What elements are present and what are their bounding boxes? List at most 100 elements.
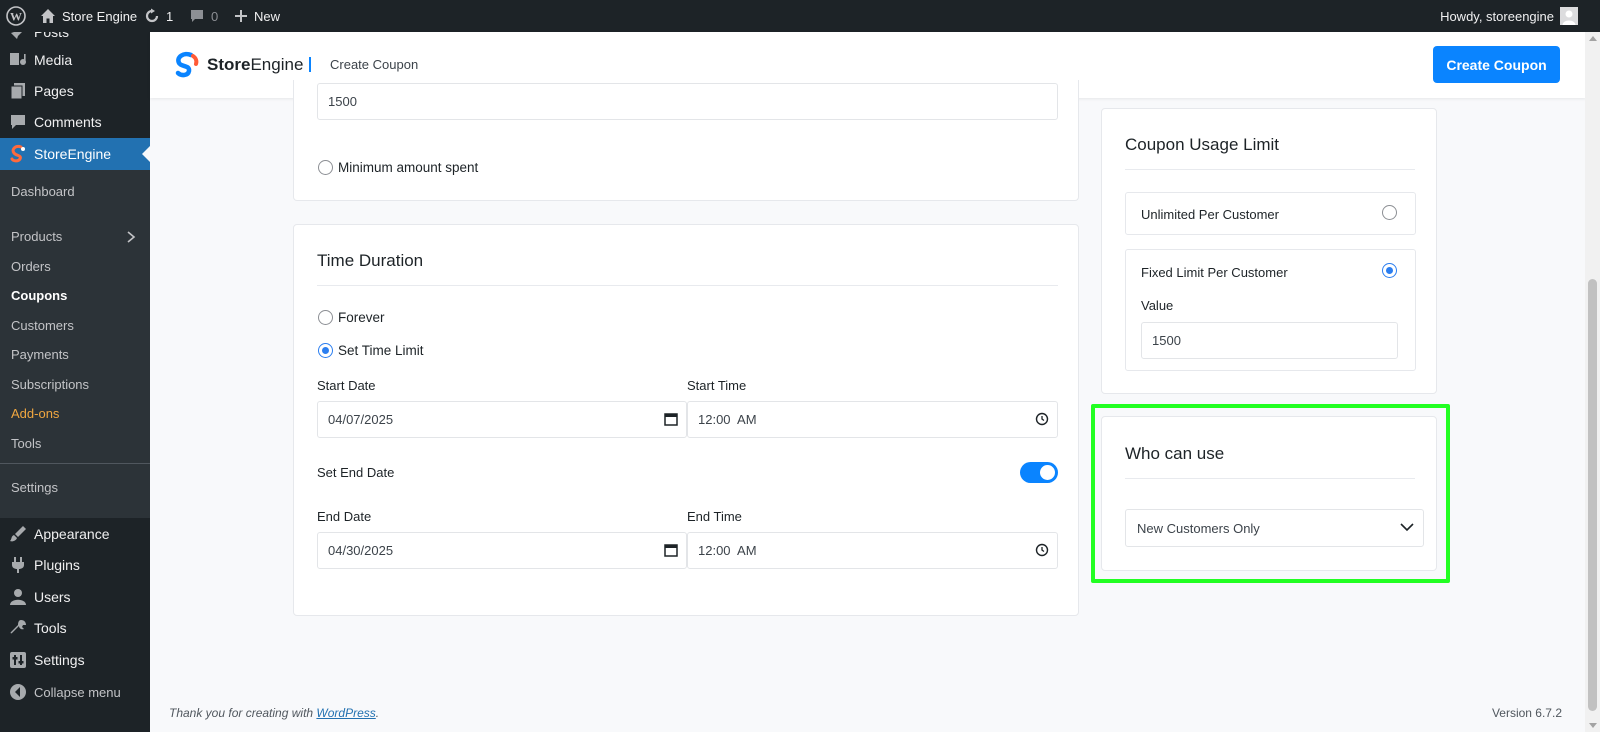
storeengine-logo-icon — [172, 51, 200, 79]
time-duration-card: Time Duration Forever Set Time Limit Sta… — [293, 224, 1079, 616]
start-date-value: 04/07/2025 — [328, 412, 394, 427]
minimum-amount-label: Minimum amount spent — [338, 160, 479, 175]
calendar-icon[interactable] — [664, 543, 678, 557]
collapse-icon — [8, 682, 28, 702]
pin-icon — [8, 32, 28, 42]
site-name-link[interactable]: Store Engine — [40, 0, 137, 32]
minimum-amount-radio[interactable] — [318, 160, 333, 175]
settings-icon — [8, 650, 28, 670]
appearance-icon — [8, 524, 28, 544]
set-end-date-toggle[interactable] — [1020, 462, 1058, 483]
submenu-products[interactable]: Products — [11, 229, 62, 244]
minimum-amount-input[interactable]: 1500 — [317, 83, 1058, 120]
wordpress-logo-icon: W — [6, 6, 26, 26]
clock-icon[interactable] — [1035, 412, 1049, 426]
admin-sidebar: Posts Media Pages Comments StoreEngine D… — [0, 32, 150, 732]
calendar-icon[interactable] — [664, 412, 678, 426]
end-date-value: 04/30/2025 — [328, 543, 394, 558]
submenu-tools[interactable]: Tools — [11, 436, 41, 451]
fixed-limit-radio[interactable] — [1382, 263, 1397, 278]
submenu-dashboard[interactable]: Dashboard — [11, 184, 75, 199]
scrollbar[interactable] — [1585, 32, 1600, 732]
home-icon — [40, 8, 56, 24]
start-date-input[interactable]: 04/07/2025 — [317, 401, 687, 438]
unlimited-radio[interactable] — [1382, 205, 1397, 220]
submenu-payments[interactable]: Payments — [11, 347, 69, 362]
unlimited-option[interactable]: Unlimited Per Customer — [1125, 192, 1416, 235]
sidebar-item-pages[interactable]: Pages — [0, 75, 150, 107]
page-title: Create Coupon — [330, 57, 419, 72]
start-time-input[interactable]: 12:00 AM — [687, 401, 1058, 438]
scrollbar-thumb[interactable] — [1588, 279, 1597, 711]
end-time-value: 12:00 AM — [698, 543, 757, 558]
sidebar-item-settings[interactable]: Settings — [0, 644, 150, 676]
comments-count: 0 — [211, 8, 219, 24]
logo-text-bold: Store — [207, 55, 251, 74]
fixed-limit-label: Fixed Limit Per Customer — [1141, 265, 1288, 280]
comments-icon — [8, 112, 28, 132]
value-label: Value — [1141, 298, 1174, 313]
sidebar-item-plugins[interactable]: Plugins — [0, 549, 150, 581]
set-time-limit-label: Set Time Limit — [338, 343, 424, 358]
usage-limit-divider — [1125, 169, 1415, 170]
submenu-orders[interactable]: Orders — [11, 259, 51, 274]
submenu-settings[interactable]: Settings — [11, 480, 58, 495]
header-divider — [309, 57, 311, 72]
storeengine-logo: StoreEngine — [172, 51, 303, 79]
submenu-customers[interactable]: Customers — [11, 318, 74, 333]
sidebar-item-posts[interactable]: Posts — [0, 32, 150, 44]
sidebar-item-tools[interactable]: Tools — [0, 612, 150, 644]
media-icon — [8, 50, 28, 70]
thank-you-text: Thank you for creating with — [169, 706, 317, 720]
storeengine-icon — [8, 144, 28, 164]
sidebar-item-appearance[interactable]: Appearance — [0, 518, 150, 550]
usage-limit-title: Coupon Usage Limit — [1125, 135, 1280, 154]
start-time-label: Start Time — [687, 378, 747, 393]
minimum-requirement-card: 1500 Minimum amount spent — [293, 80, 1079, 201]
sidebar-item-users[interactable]: Users — [0, 581, 150, 613]
howdy-text: Howdy, storeengine — [1440, 8, 1554, 24]
start-date-label: Start Date — [317, 378, 376, 393]
usage-limit-card: Coupon Usage Limit Unlimited Per Custome… — [1101, 108, 1437, 394]
updates-link[interactable]: 1 — [144, 0, 173, 32]
updates-count: 1 — [166, 8, 174, 24]
set-time-limit-radio[interactable] — [318, 343, 333, 358]
sidebar-item-media[interactable]: Media — [0, 44, 150, 76]
end-time-input[interactable]: 12:00 AM — [687, 532, 1058, 569]
tools-icon — [8, 618, 28, 638]
end-time-label: End Time — [687, 509, 742, 524]
submenu-subscriptions[interactable]: Subscriptions — [11, 377, 89, 392]
svg-text:W: W — [10, 10, 22, 24]
my-account-link[interactable]: Howdy, storeengine — [1440, 0, 1578, 32]
plus-icon — [234, 9, 248, 23]
footer-period: . — [375, 706, 380, 720]
fixed-limit-option[interactable]: Fixed Limit Per Customer Value 1500 — [1125, 249, 1416, 371]
time-duration-divider — [317, 285, 1058, 286]
wordpress-logo-button[interactable]: W — [6, 0, 26, 32]
sidebar-item-storeengine[interactable]: StoreEngine — [0, 138, 150, 170]
forever-radio[interactable] — [318, 310, 333, 325]
usage-value-input[interactable]: 1500 — [1141, 322, 1398, 359]
chevron-right-icon — [126, 231, 136, 243]
scroll-down-arrow-icon[interactable] — [1589, 723, 1597, 728]
end-date-input[interactable]: 04/30/2025 — [317, 532, 687, 569]
storeengine-submenu: Dashboard Products Orders Coupons Custom… — [0, 170, 150, 472]
plugins-icon — [8, 555, 28, 575]
submenu-addons[interactable]: Add-ons — [11, 406, 59, 421]
wordpress-link[interactable]: WordPress — [316, 706, 375, 720]
highlight-box — [1091, 404, 1450, 583]
footer-thank-you: Thank you for creating with WordPress. — [169, 706, 379, 720]
updates-icon — [144, 8, 160, 24]
scroll-up-arrow-icon[interactable] — [1589, 36, 1597, 41]
sidebar-item-comments[interactable]: Comments — [0, 106, 150, 138]
new-content-link[interactable]: New — [234, 0, 280, 32]
clock-icon[interactable] — [1035, 543, 1049, 557]
submenu-settings-wrap: Settings — [0, 472, 150, 518]
wp-version: Version 6.7.2 — [1491, 706, 1562, 720]
comments-link[interactable]: 0 — [189, 0, 218, 32]
collapse-menu-button[interactable]: Collapse menu — [0, 676, 150, 708]
submenu-coupons[interactable]: Coupons — [11, 288, 67, 303]
create-coupon-button[interactable]: Create Coupon — [1433, 46, 1560, 83]
set-end-date-label: Set End Date — [317, 465, 395, 480]
forever-label: Forever — [338, 310, 385, 325]
